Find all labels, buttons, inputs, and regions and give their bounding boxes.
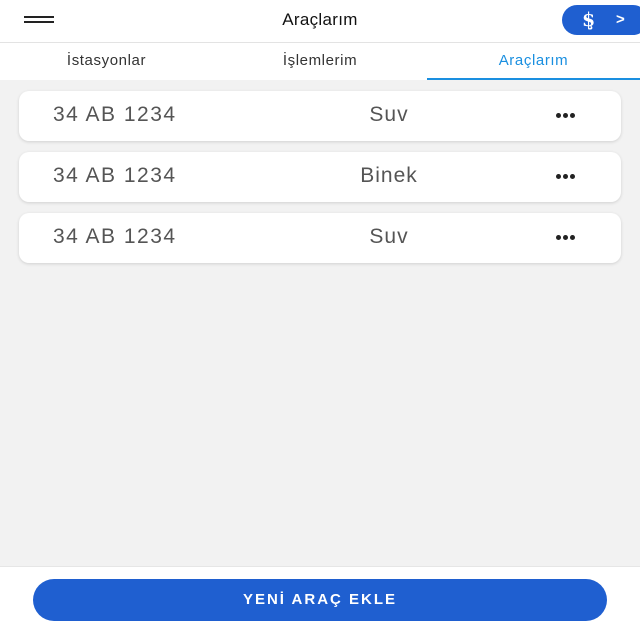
footer-bar: YENİ ARAÇ EKLE <box>0 566 640 641</box>
brand-button[interactable]: $̧ > <box>562 5 640 35</box>
tab-bar: İstasyonlar İşlemlerim Araçlarım <box>0 43 640 80</box>
add-vehicle-button[interactable]: YENİ ARAÇ EKLE <box>33 579 607 621</box>
vehicle-card[interactable]: 34 AB 1234 Suv <box>19 213 621 263</box>
vehicle-plate: 34 AB 1234 <box>53 164 177 187</box>
app-header: Araçlarım $̧ > <box>0 0 640 43</box>
more-options-icon[interactable] <box>549 162 589 190</box>
more-options-icon[interactable] <box>549 223 589 251</box>
vehicle-type: Suv <box>369 103 409 126</box>
tab-islemlerim[interactable]: İşlemlerim <box>213 43 427 80</box>
vehicle-list: 34 AB 1234 Suv 34 AB 1234 Binek 34 AB 12… <box>19 91 621 274</box>
vehicle-type: Binek <box>360 164 418 187</box>
vehicle-type: Suv <box>369 225 409 248</box>
vehicle-card[interactable]: 34 AB 1234 Suv <box>19 91 621 141</box>
tab-istasyonlar[interactable]: İstasyonlar <box>0 43 213 80</box>
active-tab-indicator <box>427 78 640 80</box>
more-options-icon[interactable] <box>549 101 589 129</box>
vehicle-plate: 34 AB 1234 <box>53 225 177 248</box>
vehicle-plate: 34 AB 1234 <box>53 103 177 126</box>
chevron-right-icon: > <box>616 11 625 28</box>
vehicle-card[interactable]: 34 AB 1234 Binek <box>19 152 621 202</box>
page-title: Araçlarım <box>282 10 358 29</box>
tab-araclarim[interactable]: Araçlarım <box>427 43 640 80</box>
bank-logo-icon: $̧ <box>582 9 596 31</box>
